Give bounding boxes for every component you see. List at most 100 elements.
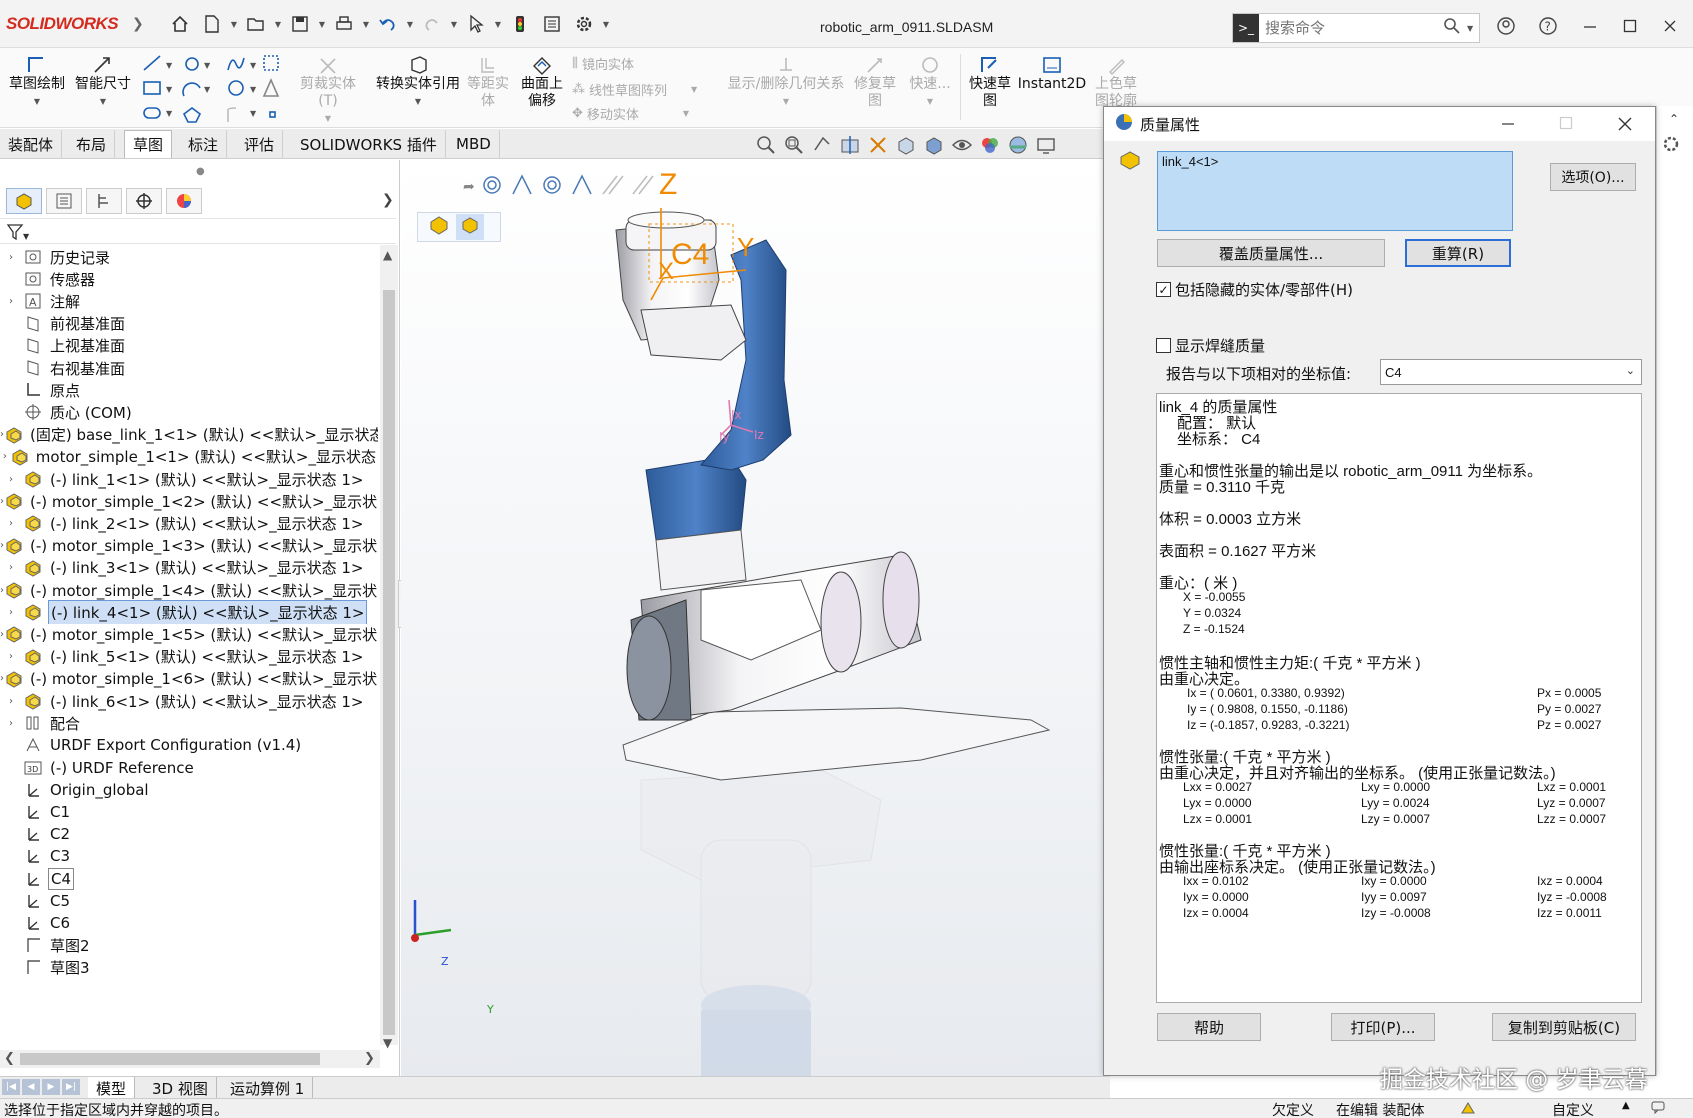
tree-item[interactable]: › A 注解: [0, 289, 378, 313]
zoom-to-fit-icon[interactable]: [755, 134, 777, 158]
hide-show-items-icon[interactable]: [951, 134, 973, 158]
chevron-down-icon[interactable]: ▼: [317, 20, 327, 29]
user-account-icon[interactable]: [1492, 14, 1520, 38]
home-icon[interactable]: [165, 10, 195, 38]
repair-sketch-button[interactable]: 修复草 图: [850, 54, 900, 110]
move-entities-button[interactable]: ✥ 移动实体 ▼: [572, 104, 689, 123]
tree-item[interactable]: 3D (-) URDF Reference: [0, 756, 378, 780]
coordinate-system-select[interactable]: C4 ⌄: [1380, 359, 1642, 385]
maximize-window-icon[interactable]: [1616, 14, 1644, 38]
zoom-to-area-icon[interactable]: [783, 134, 805, 158]
expand-arrow-icon[interactable]: ›: [0, 252, 22, 263]
dimxpert-tab-icon[interactable]: [126, 188, 162, 214]
tab-evaluate[interactable]: 评估: [236, 130, 284, 158]
scroll-down-icon[interactable]: ▼: [383, 1036, 392, 1050]
tree-vertical-scroll-thumb[interactable]: [383, 290, 395, 1035]
chevron-down-icon[interactable]: ▼: [229, 20, 239, 29]
tab-dimension[interactable]: 标注: [180, 130, 228, 158]
mirror-entities-button[interactable]: ⫼ 镜向实体: [572, 54, 634, 73]
chevron-up-icon[interactable]: ⌃: [1669, 112, 1679, 126]
show-weld-checkbox[interactable]: [1156, 338, 1171, 353]
shaded-sketch-contours-button[interactable]: 上色草 图轮廓: [1090, 54, 1142, 110]
expand-arrow-icon[interactable]: ›: [0, 607, 22, 618]
status-units[interactable]: 自定义: [1552, 1100, 1594, 1118]
rebuild-status-icon[interactable]: [1460, 1101, 1476, 1118]
search-command-box[interactable]: >_ ▼: [1232, 13, 1480, 43]
expand-arrow-icon[interactable]: ›: [0, 518, 22, 529]
display-relations-button[interactable]: 显示/删除几何关系 ▼: [726, 54, 846, 110]
expand-arrow-icon[interactable]: ›: [0, 651, 22, 662]
tree-item[interactable]: › (-) link_4<1> (默认) <<默认>_显示状态 1>: [0, 600, 378, 625]
property-manager-tab-icon[interactable]: [46, 188, 82, 214]
selected-item[interactable]: link_4<1>: [1162, 154, 1218, 169]
minimize-window-icon[interactable]: [1576, 14, 1604, 38]
tree-item[interactable]: › (-) motor_simple_1<4> (默认) <<默认>_显示状: [0, 578, 378, 602]
tab-solidworks-addins[interactable]: SOLIDWORKS 插件: [292, 130, 446, 158]
view-settings-icon[interactable]: [1035, 134, 1057, 158]
chevron-up-icon[interactable]: ▲: [1622, 1100, 1630, 1111]
chevron-down-icon[interactable]: ▼: [1467, 24, 1473, 33]
solidworks-logo[interactable]: SOLIDWORKS: [6, 14, 119, 34]
tree-item[interactable]: › (固定) base_link_1<1> (默认) <<默认>_显示状态: [0, 423, 378, 447]
last-tab-icon[interactable]: ▶|: [62, 1079, 80, 1095]
close-window-icon[interactable]: [1656, 14, 1684, 38]
tab-motion-study-1[interactable]: 运动算例 1: [222, 1077, 314, 1099]
section-view-icon[interactable]: [839, 134, 861, 158]
tree-item[interactable]: › (-) motor_simple_1<2> (默认) <<默认>_显示状: [0, 489, 378, 513]
chevron-right-icon[interactable]: ❯: [132, 16, 144, 32]
convert-entities-button[interactable]: 转换实体引用 ▼: [372, 54, 464, 110]
first-tab-icon[interactable]: |◀: [2, 1079, 20, 1095]
scroll-right-icon[interactable]: ❯: [364, 1051, 375, 1066]
dialog-close-icon[interactable]: [1616, 115, 1634, 137]
display-style-icon[interactable]: [923, 134, 945, 158]
override-mass-properties-button[interactable]: 覆盖质量属性...: [1157, 239, 1385, 267]
help-button[interactable]: 帮助: [1157, 1013, 1261, 1041]
filter-icon[interactable]: ▼: [6, 223, 30, 245]
tab-mbd[interactable]: MBD: [448, 130, 500, 158]
configuration-manager-tab-icon[interactable]: [86, 188, 122, 214]
tree-item[interactable]: › (-) motor_simple_1<3> (默认) <<默认>_显示状: [0, 534, 378, 558]
tree-horizontal-scroll-thumb[interactable]: [20, 1053, 320, 1065]
scroll-up-icon[interactable]: ▲: [383, 248, 392, 262]
tree-item[interactable]: 原点: [0, 378, 378, 402]
mass-properties-report[interactable]: link_4 的质量属性 配置： 默认 坐标系： C4 重心和惯性张量的输出是以…: [1156, 393, 1642, 1003]
chevron-right-icon[interactable]: ❯: [382, 192, 394, 208]
tree-item[interactable]: C6: [0, 911, 378, 935]
tree-item[interactable]: 草图3: [0, 955, 378, 979]
print-button[interactable]: 打印(P)...: [1331, 1013, 1435, 1041]
rebuild-icon[interactable]: [505, 10, 535, 38]
expand-arrow-icon[interactable]: ›: [0, 718, 22, 729]
panel-splitter-handle[interactable]: ●: [196, 166, 205, 177]
tab-3d-view[interactable]: 3D 视图: [144, 1077, 217, 1099]
tree-item[interactable]: › (-) motor_simple_1<5> (默认) <<默认>_显示状: [0, 622, 378, 646]
chevron-down-icon[interactable]: ▼: [273, 20, 283, 29]
undo-icon[interactable]: [373, 10, 403, 38]
search-icon[interactable]: [1443, 17, 1461, 39]
feature-tree-tab-icon[interactable]: [6, 188, 42, 214]
tree-item[interactable]: C2: [0, 822, 378, 846]
smart-dimension-button[interactable]: 智能尺寸 ▼: [72, 54, 134, 110]
include-hidden-checkbox[interactable]: ✓: [1156, 282, 1171, 297]
dynamic-annotation-icon[interactable]: [867, 134, 889, 158]
tree-item[interactable]: C3: [0, 844, 378, 868]
selected-items-box[interactable]: link_4<1>: [1157, 151, 1513, 231]
gear-icon[interactable]: [1661, 134, 1681, 158]
instant2d-button[interactable]: Instant2D: [1018, 54, 1086, 93]
chevron-down-icon[interactable]: ⌄: [1626, 364, 1635, 377]
print-icon[interactable]: [329, 10, 359, 38]
display-manager-tab-icon[interactable]: [166, 188, 202, 214]
tree-item[interactable]: 前视基准面: [0, 312, 378, 336]
sketch-button[interactable]: 草图绘制 ▼: [6, 54, 68, 110]
tree-item[interactable]: › (-) link_2<1> (默认) <<默认>_显示状态 1>: [0, 511, 378, 535]
tree-item[interactable]: › (-) motor_simple_1<6> (默认) <<默认>_显示状: [0, 667, 378, 691]
tree-item[interactable]: 草图2: [0, 933, 378, 957]
chevron-down-icon[interactable]: ▼: [601, 20, 611, 29]
new-document-icon[interactable]: [197, 10, 227, 38]
search-input[interactable]: [1259, 19, 1439, 37]
previous-tab-icon[interactable]: ◀: [22, 1079, 40, 1095]
options-button[interactable]: 选项(O)...: [1550, 163, 1636, 191]
dialog-minimize-icon[interactable]: [1500, 115, 1516, 135]
trim-entities-button[interactable]: 剪裁实体(T) ▼: [292, 54, 364, 127]
tree-item[interactable]: 上视基准面: [0, 334, 378, 358]
chevron-down-icon[interactable]: ▼: [361, 20, 371, 29]
